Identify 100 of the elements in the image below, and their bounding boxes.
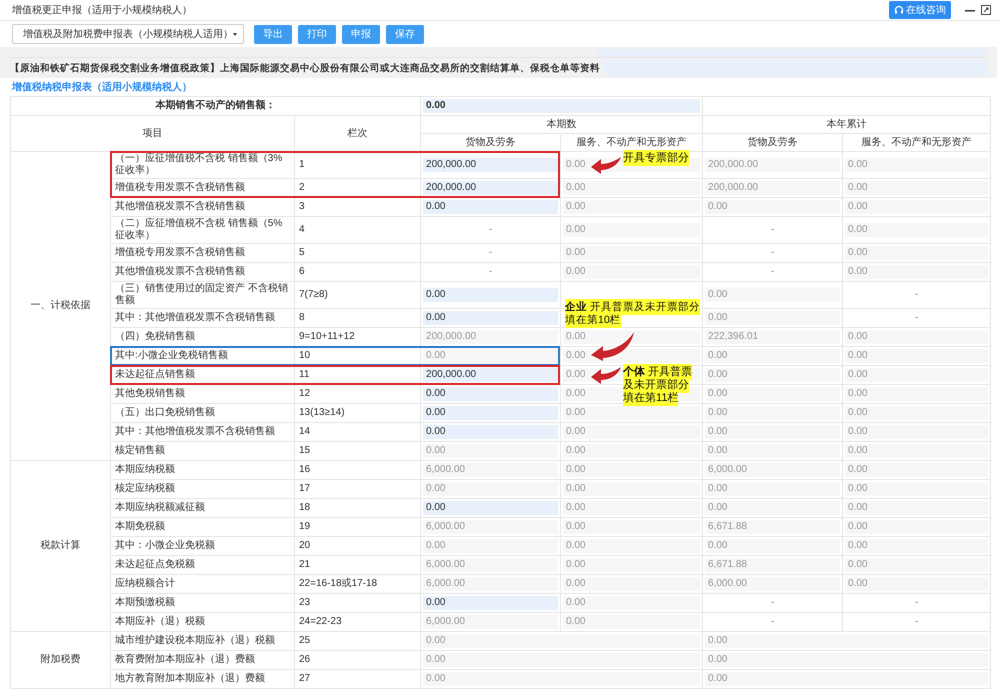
table-cell: 0.00 (423, 482, 558, 496)
column-header: 服务、不动产和无形资产 (576, 136, 687, 148)
headset-icon (894, 5, 904, 15)
table-cell: 0.00 (705, 200, 840, 214)
table-cell: 0.00 (845, 158, 988, 172)
column-header: 栏次 (348, 128, 368, 138)
line-number: 6 (294, 262, 421, 282)
table-cell: 0.00 (705, 634, 988, 648)
table-cell: 0.00 (563, 444, 700, 458)
table-cell: 6,671.88 (705, 558, 840, 572)
table-cell: 0.00 (845, 330, 988, 344)
table-cell: 0.00 (705, 425, 840, 439)
amount-field[interactable]: 0.00 (423, 425, 558, 439)
item-label: 本期预缴税额 (115, 597, 175, 608)
item-label: 其中：其他增值税发票不含税销售额 (115, 312, 275, 323)
group-label: 一、计税依据 (30, 300, 90, 311)
table-cell: 0.00 (705, 653, 988, 667)
table-cell: 0.00 (563, 223, 700, 237)
amount-field[interactable]: 200,000.00 (423, 368, 558, 382)
line-number: 17 (294, 480, 421, 498)
item-label: 增值税专用发票不含税销售额 (115, 247, 245, 258)
amount-field[interactable]: 0.00 (423, 99, 700, 113)
line-number: 19 (294, 518, 421, 536)
curved-arrow-icon (591, 331, 636, 361)
policy-note: 【原油和铁矿石期货保税交割业务增值税政策】上海国际能源交易中心股份有限公司或大连商品交易所的交割结算单、保税仓单等资料 (10, 62, 600, 74)
table-cell: 0.00 (845, 181, 988, 195)
callout-text: 开具专票部分 (623, 152, 690, 165)
item-label: 未达起征点销售额 (115, 369, 195, 380)
table-cell: 6,000.00 (705, 463, 840, 477)
amount-field[interactable]: 200,000.00 (423, 181, 558, 195)
table-cell-text: - (914, 289, 920, 301)
item-label: 核定应纳税额 (115, 483, 175, 494)
amount-field[interactable]: 0.00 (423, 596, 558, 610)
item-label: （二）应征增值税不含税 销售额（5%征收率） (115, 218, 282, 241)
table-cell: 6,000.00 (423, 577, 558, 591)
table-cell: 0.00 (563, 330, 700, 344)
amount-field[interactable]: 0.00 (423, 288, 558, 302)
item-label: 其他增值税发票不含税销售额 (115, 201, 245, 212)
table-cell-text: - (914, 312, 920, 324)
table-cell: 6,000.00 (423, 463, 558, 477)
table-cell: 6,671.88 (705, 520, 840, 534)
table-cell: 0.00 (563, 463, 700, 477)
table-cell-text: - (770, 597, 776, 609)
table-cell: 0.00 (423, 634, 700, 648)
line-number: 26 (294, 650, 421, 670)
curved-arrow-icon (591, 156, 622, 174)
line-number: 16 (294, 460, 421, 480)
amount-field[interactable]: 0.00 (423, 311, 558, 325)
table-cell: 6,000.00 (423, 615, 558, 629)
amount-field[interactable]: 0.00 (423, 200, 558, 214)
curved-arrow-icon (591, 366, 622, 384)
table-cell-text: - (488, 224, 494, 236)
report-select[interactable]: 增值税及附加税费申报表（小规模纳税人适用） (12, 24, 244, 44)
table-cell: 0.00 (423, 444, 558, 458)
table-cell-text: - (488, 247, 494, 259)
amount-field[interactable]: 0.00 (423, 406, 558, 420)
table-cell: 0.00 (705, 501, 840, 515)
table-cell: 0.00 (563, 482, 700, 496)
table-cell: 200,000.00 (705, 158, 840, 172)
line-number: 24=22-23 (294, 612, 421, 632)
table-cell: 0.00 (845, 265, 988, 279)
table-cell: 0.00 (845, 368, 988, 382)
table-cell: 222,396.01 (705, 330, 840, 344)
table-cell: 0.00 (845, 387, 988, 401)
item-label: 未达起征点免税额 (115, 559, 195, 570)
table-cell: 200,000.00 (705, 181, 840, 195)
item-label: 本期应补（退）税额 (115, 616, 205, 627)
table-cell: 0.00 (705, 349, 840, 363)
item-label: 应纳税额合计 (115, 578, 175, 589)
table-cell: 0.00 (845, 425, 988, 439)
item-label: 教育费附加本期应补（退）费额 (115, 654, 255, 665)
table-cell-text: - (770, 266, 776, 278)
line-number: 5 (294, 244, 421, 262)
amount-field[interactable]: 0.00 (423, 501, 558, 515)
table-cell: 0.00 (563, 539, 700, 553)
item-label: 增值税专用发票不含税销售额 (115, 182, 245, 193)
callout-text: 企业 开具普票及未开票部分 填在第10栏 (565, 301, 701, 327)
table-cell: 0.00 (845, 558, 988, 572)
caret-icon (233, 32, 237, 36)
line-number: 1 (294, 152, 421, 178)
group-label: 税款计算 (40, 540, 80, 551)
item-label: 本期应纳税额减征额 (115, 502, 205, 513)
amount-field[interactable]: 200,000.00 (423, 158, 558, 172)
table-cell: 0.00 (563, 558, 700, 572)
table-cell: 0.00 (705, 311, 840, 325)
table-cell: 0.00 (423, 653, 700, 667)
item-label: 其他增值税发票不含税销售额 (115, 266, 245, 277)
line-number: 14 (294, 422, 421, 442)
form-title: 增值税纳税申报表（适用小规模纳税人） (10, 80, 193, 95)
window-title: 增值税更正申报（适用于小规模纳税人） (12, 4, 193, 17)
line-number: 15 (294, 442, 421, 460)
table-cell-text: - (770, 224, 776, 236)
line-number: 25 (294, 632, 421, 650)
line-number: 3 (294, 198, 421, 216)
item-label: 本期免税额 (115, 521, 165, 532)
table-cell: 0.00 (563, 200, 700, 214)
table-cell: 200,000.00 (423, 330, 558, 344)
expand-icon[interactable] (981, 5, 991, 15)
item-label: （四）免税销售额 (115, 331, 195, 342)
amount-field[interactable]: 0.00 (423, 387, 558, 401)
